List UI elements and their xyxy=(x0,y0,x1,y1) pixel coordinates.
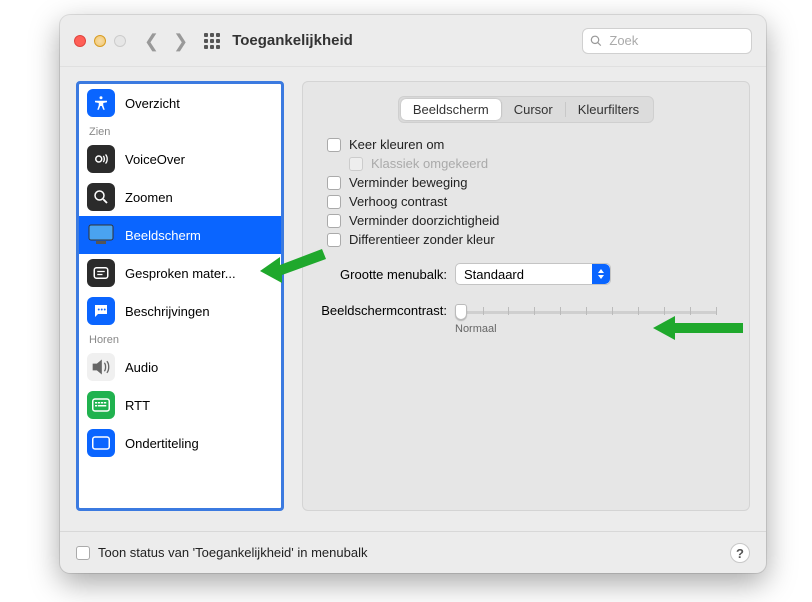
sidebar-item-label: Ondertiteling xyxy=(125,436,199,451)
show-all-icon[interactable] xyxy=(204,33,220,49)
sidebar-item-label: Audio xyxy=(125,360,158,375)
zoom-window-button[interactable] xyxy=(114,35,126,47)
menubar-size-field: Grootte menubalk: Standaard xyxy=(321,263,731,285)
rtt-icon xyxy=(87,391,115,419)
checkbox-invert-colors[interactable]: Keer kleuren om xyxy=(327,137,731,152)
voiceover-icon xyxy=(87,145,115,173)
accessibility-icon xyxy=(87,89,115,117)
zoom-icon xyxy=(87,183,115,211)
sidebar-item-beschrijvingen[interactable]: Beschrijvingen xyxy=(79,292,281,330)
sidebar-item-rtt[interactable]: RTT xyxy=(79,386,281,424)
checkbox-label: Verminder beweging xyxy=(349,175,468,190)
menubar-size-select[interactable]: Standaard xyxy=(455,263,611,285)
tab-beeldscherm[interactable]: Beeldscherm xyxy=(401,99,501,120)
sidebar-item-label: Zoomen xyxy=(125,190,173,205)
sidebar-item-label: Overzicht xyxy=(125,96,180,111)
sidebar-section-horen: Horen xyxy=(79,330,281,348)
content-area: Overzicht Zien VoiceOver Zoomen xyxy=(60,67,766,515)
checkbox-classic-invert: Klassiek omgekeerd xyxy=(349,156,731,171)
checkbox-reduce-transparency[interactable]: Verminder doorzichtigheid xyxy=(327,213,731,228)
display-contrast-slider[interactable] xyxy=(457,303,717,321)
search-icon xyxy=(590,34,602,48)
checkbox-label: Verminder doorzichtigheid xyxy=(349,213,499,228)
sidebar-item-gesproken[interactable]: Gesproken mater... xyxy=(79,254,281,292)
tab-cursor[interactable]: Cursor xyxy=(502,99,565,120)
checkbox-input[interactable] xyxy=(76,546,90,560)
checkbox-show-status-menubar[interactable]: Toon status van 'Toegankelijkheid' in me… xyxy=(76,545,367,560)
sidebar-item-overzicht[interactable]: Overzicht xyxy=(79,84,281,122)
display-icon xyxy=(87,221,115,249)
tab-bar: Beeldscherm Cursor Kleurfilters xyxy=(398,96,654,123)
sidebar-item-label: VoiceOver xyxy=(125,152,185,167)
checkbox-group: Keer kleuren om Klassiek omgekeerd Vermi… xyxy=(327,137,731,247)
checkbox-input[interactable] xyxy=(327,138,341,152)
window-controls xyxy=(74,35,126,47)
checkbox-label: Differentieer zonder kleur xyxy=(349,232,495,247)
slider-max-label: Maximum xyxy=(667,323,715,335)
sidebar-item-voiceover[interactable]: VoiceOver xyxy=(79,140,281,178)
checkbox-input[interactable] xyxy=(327,214,341,228)
sidebar-section-zien: Zien xyxy=(79,122,281,140)
window-title: Toegankelijkheid xyxy=(232,32,353,49)
preferences-window: ❮ ❯ Toegankelijkheid Overzicht Zien xyxy=(60,15,766,573)
checkbox-label: Klassiek omgekeerd xyxy=(371,156,488,171)
checkbox-input xyxy=(349,157,363,171)
settings-panel: Beeldscherm Cursor Kleurfilters Keer kle… xyxy=(302,81,750,511)
sidebar-item-label: RTT xyxy=(125,398,150,413)
sidebar-item-zoomen[interactable]: Zoomen xyxy=(79,178,281,216)
sidebar-item-label: Beeldscherm xyxy=(125,228,201,243)
close-window-button[interactable] xyxy=(74,35,86,47)
menubar-size-label: Grootte menubalk: xyxy=(321,267,447,282)
checkbox-reduce-motion[interactable]: Verminder beweging xyxy=(327,175,731,190)
slider-knob[interactable] xyxy=(455,304,467,320)
checkbox-differentiate-without-color[interactable]: Differentieer zonder kleur xyxy=(327,232,731,247)
checkbox-label: Toon status van 'Toegankelijkheid' in me… xyxy=(98,545,367,560)
help-button[interactable]: ? xyxy=(730,543,750,563)
nav-buttons: ❮ ❯ xyxy=(144,32,188,50)
checkbox-input[interactable] xyxy=(327,176,341,190)
slider-min-label: Normaal xyxy=(455,323,497,335)
forward-button[interactable]: ❯ xyxy=(173,32,188,50)
captions-icon xyxy=(87,429,115,457)
sidebar-item-beeldscherm[interactable]: Beeldscherm xyxy=(79,216,281,254)
display-contrast-field: Beeldschermcontrast: Normaal Maximum xyxy=(321,303,731,335)
spoken-content-icon xyxy=(87,259,115,287)
checkbox-input[interactable] xyxy=(327,233,341,247)
checkbox-label: Verhoog contrast xyxy=(349,194,447,209)
back-button[interactable]: ❮ xyxy=(144,32,159,50)
select-value: Standaard xyxy=(464,267,524,282)
tab-kleurfilters[interactable]: Kleurfilters xyxy=(566,99,651,120)
sidebar-item-label: Gesproken mater... xyxy=(125,266,236,281)
footer: Toon status van 'Toegankelijkheid' in me… xyxy=(60,531,766,573)
search-field[interactable] xyxy=(582,28,752,54)
descriptions-icon xyxy=(87,297,115,325)
search-input[interactable] xyxy=(607,32,744,49)
sidebar-item-ondertiteling[interactable]: Ondertiteling xyxy=(79,424,281,462)
audio-icon xyxy=(87,353,115,381)
sidebar: Overzicht Zien VoiceOver Zoomen xyxy=(76,81,284,511)
checkbox-label: Keer kleuren om xyxy=(349,137,444,152)
checkbox-input[interactable] xyxy=(327,195,341,209)
select-chevrons-icon xyxy=(592,264,610,284)
sidebar-list[interactable]: Overzicht Zien VoiceOver Zoomen xyxy=(79,84,281,508)
minimize-window-button[interactable] xyxy=(94,35,106,47)
checkbox-increase-contrast[interactable]: Verhoog contrast xyxy=(327,194,731,209)
toolbar: ❮ ❯ Toegankelijkheid xyxy=(60,15,766,67)
sidebar-item-audio[interactable]: Audio xyxy=(79,348,281,386)
sidebar-item-label: Beschrijvingen xyxy=(125,304,210,319)
display-contrast-label: Beeldschermcontrast: xyxy=(295,303,447,318)
